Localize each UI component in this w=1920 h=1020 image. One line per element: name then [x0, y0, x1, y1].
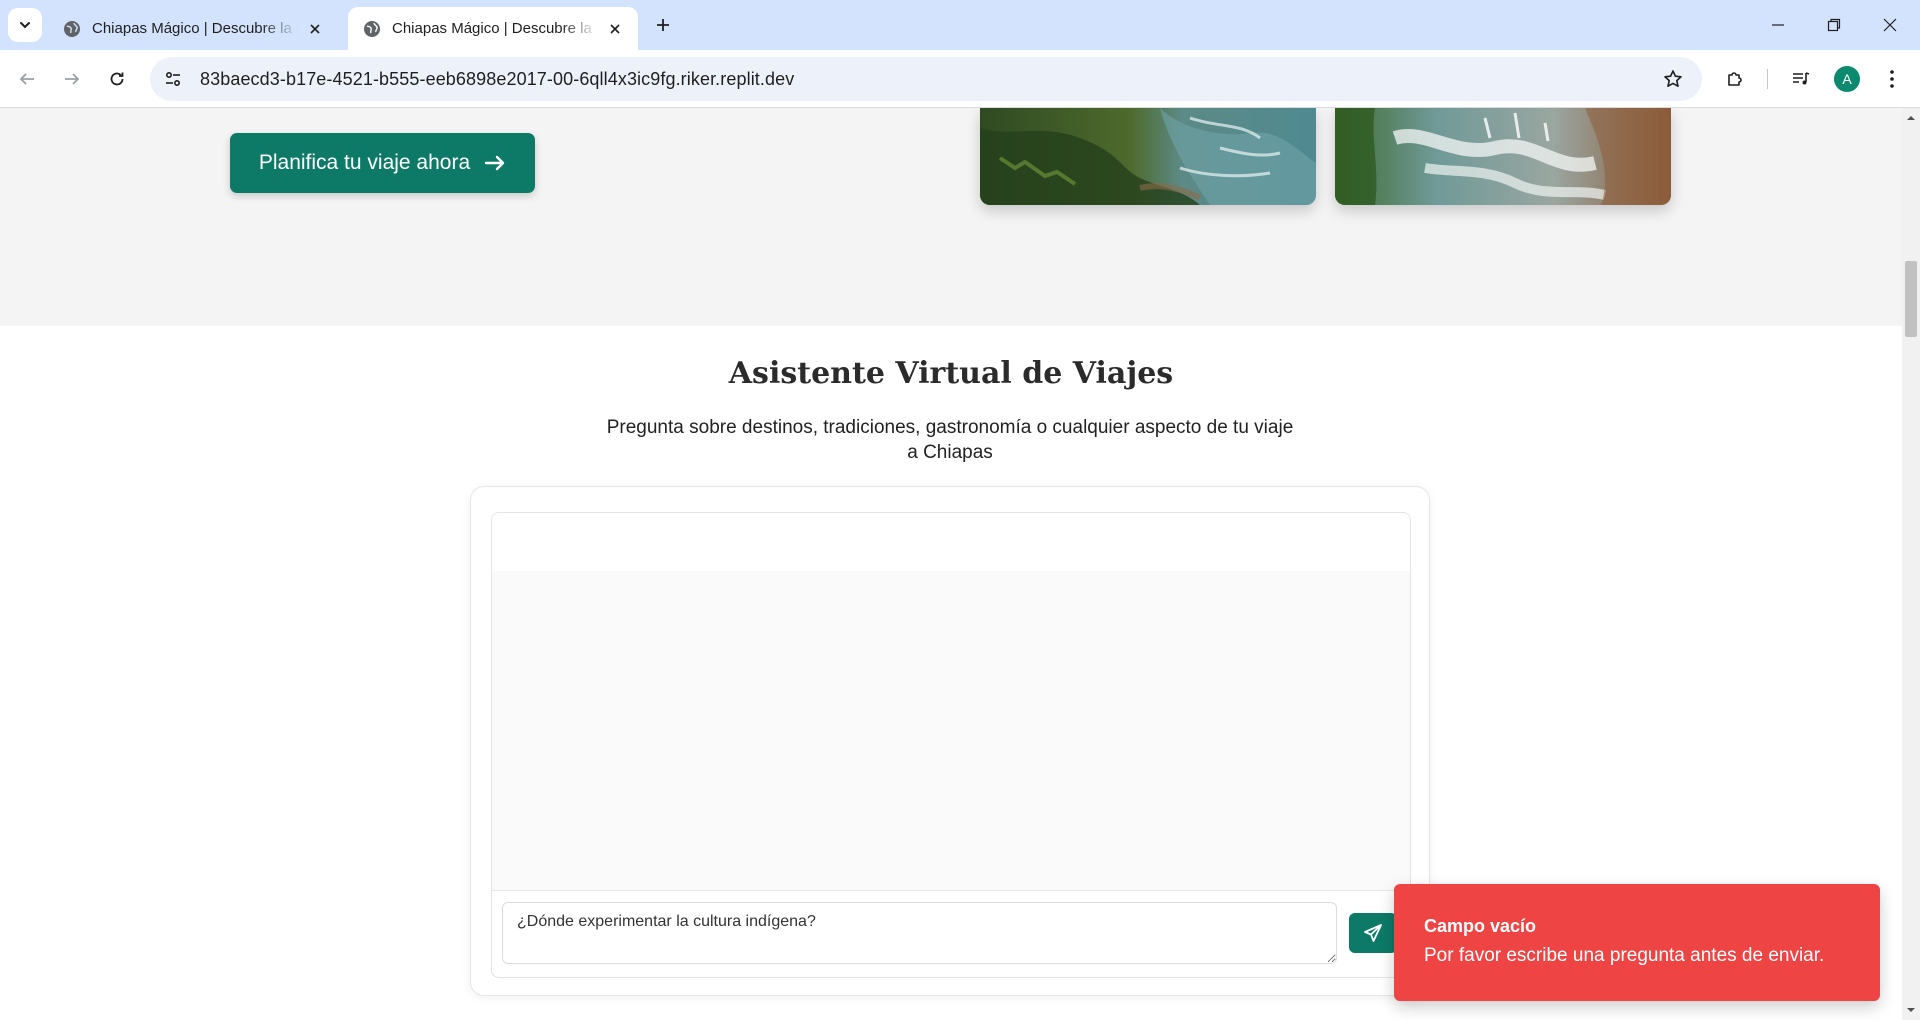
plan-trip-label: Planifica tu viaje ahora	[258, 151, 471, 174]
restore-icon	[1827, 18, 1841, 32]
scroll-thumb[interactable]	[1905, 261, 1917, 337]
tab-title: Chiapas Mágico | Descubre la magia de Ch…	[92, 20, 298, 37]
new-tab-button[interactable]	[648, 10, 678, 40]
send-icon	[1364, 924, 1382, 942]
plus-icon	[657, 19, 669, 31]
reload-button[interactable]	[100, 62, 134, 96]
minimize-button[interactable]	[1750, 0, 1806, 50]
browser-tab[interactable]: Chiapas Mágico | Descubre la magia de Ch…	[48, 7, 338, 50]
browser-toolbar: 83baecd3-b17e-4521-b555-eeb6898e2017-00-…	[0, 50, 1920, 108]
chat-header	[492, 513, 1410, 571]
address-bar[interactable]: 83baecd3-b17e-4521-b555-eeb6898e2017-00-…	[150, 57, 1702, 101]
plan-trip-button[interactable]: Planifica tu viaje ahora	[230, 133, 535, 193]
toast-title: Campo vacío	[1424, 916, 1537, 936]
forward-button[interactable]	[55, 62, 89, 96]
bookmark-star-icon[interactable]	[1656, 62, 1690, 96]
chat-container: ¿Dónde experimentar la cultura indígena?	[491, 512, 1411, 978]
chevron-down-icon	[20, 22, 30, 29]
browser-tab-bar: Chiapas Mágico | Descubre la magia de Ch…	[0, 0, 1920, 50]
reload-icon	[110, 72, 124, 86]
back-button[interactable]	[10, 62, 44, 96]
globe-icon	[364, 20, 380, 37]
url-text[interactable]: 83baecd3-b17e-4521-b555-eeb6898e2017-00-…	[200, 69, 794, 90]
tab-title: Chiapas Mágico | Descubre la magia de Ch…	[392, 20, 598, 37]
minimize-icon	[1772, 24, 1784, 26]
chat-card: ¿Dónde experimentar la cultura indígena?	[470, 486, 1430, 996]
kebab-menu-icon	[1890, 70, 1894, 88]
scroll-up-icon[interactable]	[1902, 110, 1920, 126]
hero-section: Planifica tu viaje ahora	[0, 108, 1902, 326]
site-info-icon[interactable]	[156, 62, 190, 96]
assistant-subtitle: Pregunta sobre destinos, tradiciones, ga…	[606, 417, 1294, 463]
scroll-down-icon[interactable]	[1902, 1002, 1920, 1018]
tab-search-button[interactable]	[8, 8, 42, 42]
profile-avatar[interactable]: A	[1834, 66, 1860, 92]
browser-tab-active[interactable]: Chiapas Mágico | Descubre la magia de Ch…	[348, 7, 638, 50]
restore-button[interactable]	[1806, 0, 1862, 50]
globe-icon	[64, 20, 80, 37]
error-toast[interactable]: Campo vacío Por favor escribe una pregun…	[1394, 884, 1880, 1001]
toolbar-divider	[1767, 69, 1768, 89]
browser-menu-button[interactable]	[1875, 62, 1909, 96]
assistant-title: Asistente Virtual de Viajes	[728, 356, 1174, 391]
puzzle-icon	[1728, 72, 1742, 86]
extensions-button[interactable]	[1718, 62, 1752, 96]
media-control-button[interactable]	[1784, 62, 1818, 96]
chat-messages-area[interactable]	[492, 571, 1410, 891]
waterfall-photo	[1335, 108, 1671, 205]
question-input[interactable]: ¿Dónde experimentar la cultura indígena?	[502, 902, 1337, 964]
close-icon	[1883, 18, 1897, 32]
close-window-button[interactable]	[1862, 0, 1918, 50]
media-queue-icon	[1793, 72, 1810, 85]
river-jungle-photo	[980, 108, 1316, 205]
close-tab-icon[interactable]	[604, 18, 626, 40]
arrow-right-icon	[65, 73, 80, 85]
arrow-right-icon	[484, 155, 505, 171]
page-scrollbar[interactable]	[1902, 108, 1920, 1020]
close-tab-icon[interactable]	[304, 18, 326, 40]
arrow-left-icon	[19, 73, 34, 85]
toast-description: Por favor escribe una pregunta antes de …	[1424, 945, 1825, 966]
send-button[interactable]	[1349, 913, 1397, 953]
